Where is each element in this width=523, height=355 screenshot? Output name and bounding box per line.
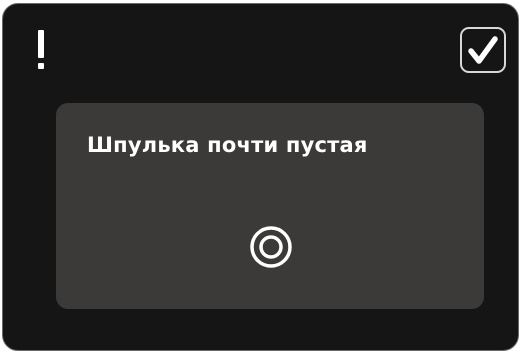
exclamation-dot [38, 63, 44, 69]
message-text: Шпулька почти пустая [87, 133, 368, 157]
exclamation-icon [36, 30, 48, 72]
bobbin-warning-dialog: Шпулька почти пустая [2, 3, 519, 351]
confirm-button[interactable] [460, 27, 506, 73]
checkmark-icon [468, 36, 498, 64]
message-panel: Шпулька почти пустая [56, 103, 484, 309]
screen: Шпулька почти пустая [0, 0, 523, 355]
bobbin-icon [250, 226, 292, 268]
exclamation-bar [38, 30, 44, 58]
